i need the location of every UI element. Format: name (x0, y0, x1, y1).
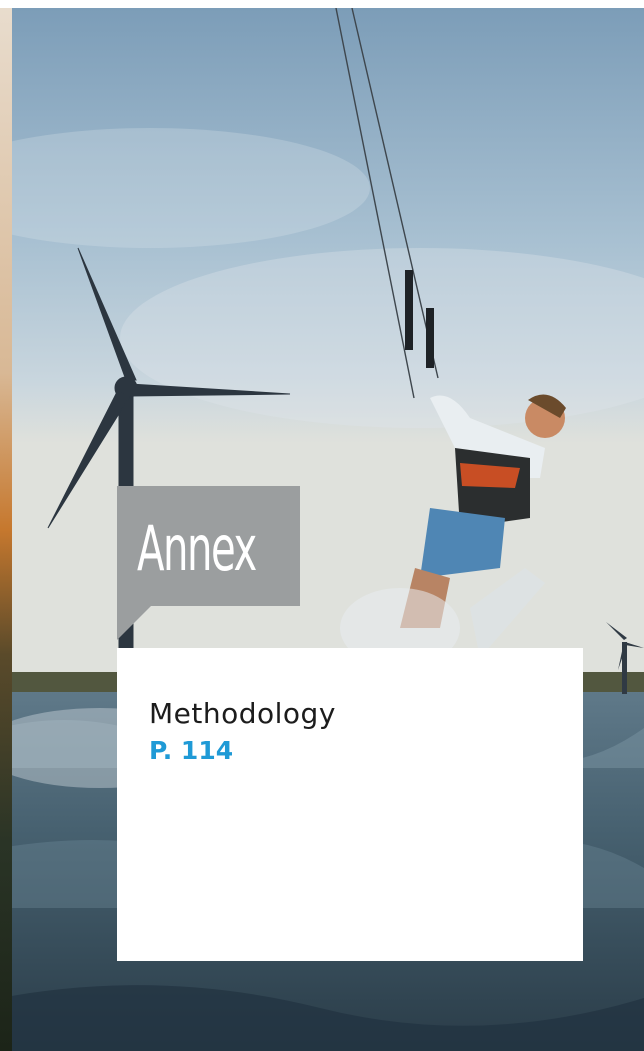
section-title: Annex (137, 512, 257, 585)
cover-frame: Annex Methodology P. 114 (0, 8, 644, 1051)
toc-card: Methodology P. 114 (117, 648, 583, 961)
toc-page-link[interactable]: P. 114 (149, 738, 233, 763)
section-tab-pointer (117, 606, 151, 640)
adjacent-photo-strip (0, 8, 12, 1051)
toc-entry-title: Methodology (149, 697, 336, 730)
